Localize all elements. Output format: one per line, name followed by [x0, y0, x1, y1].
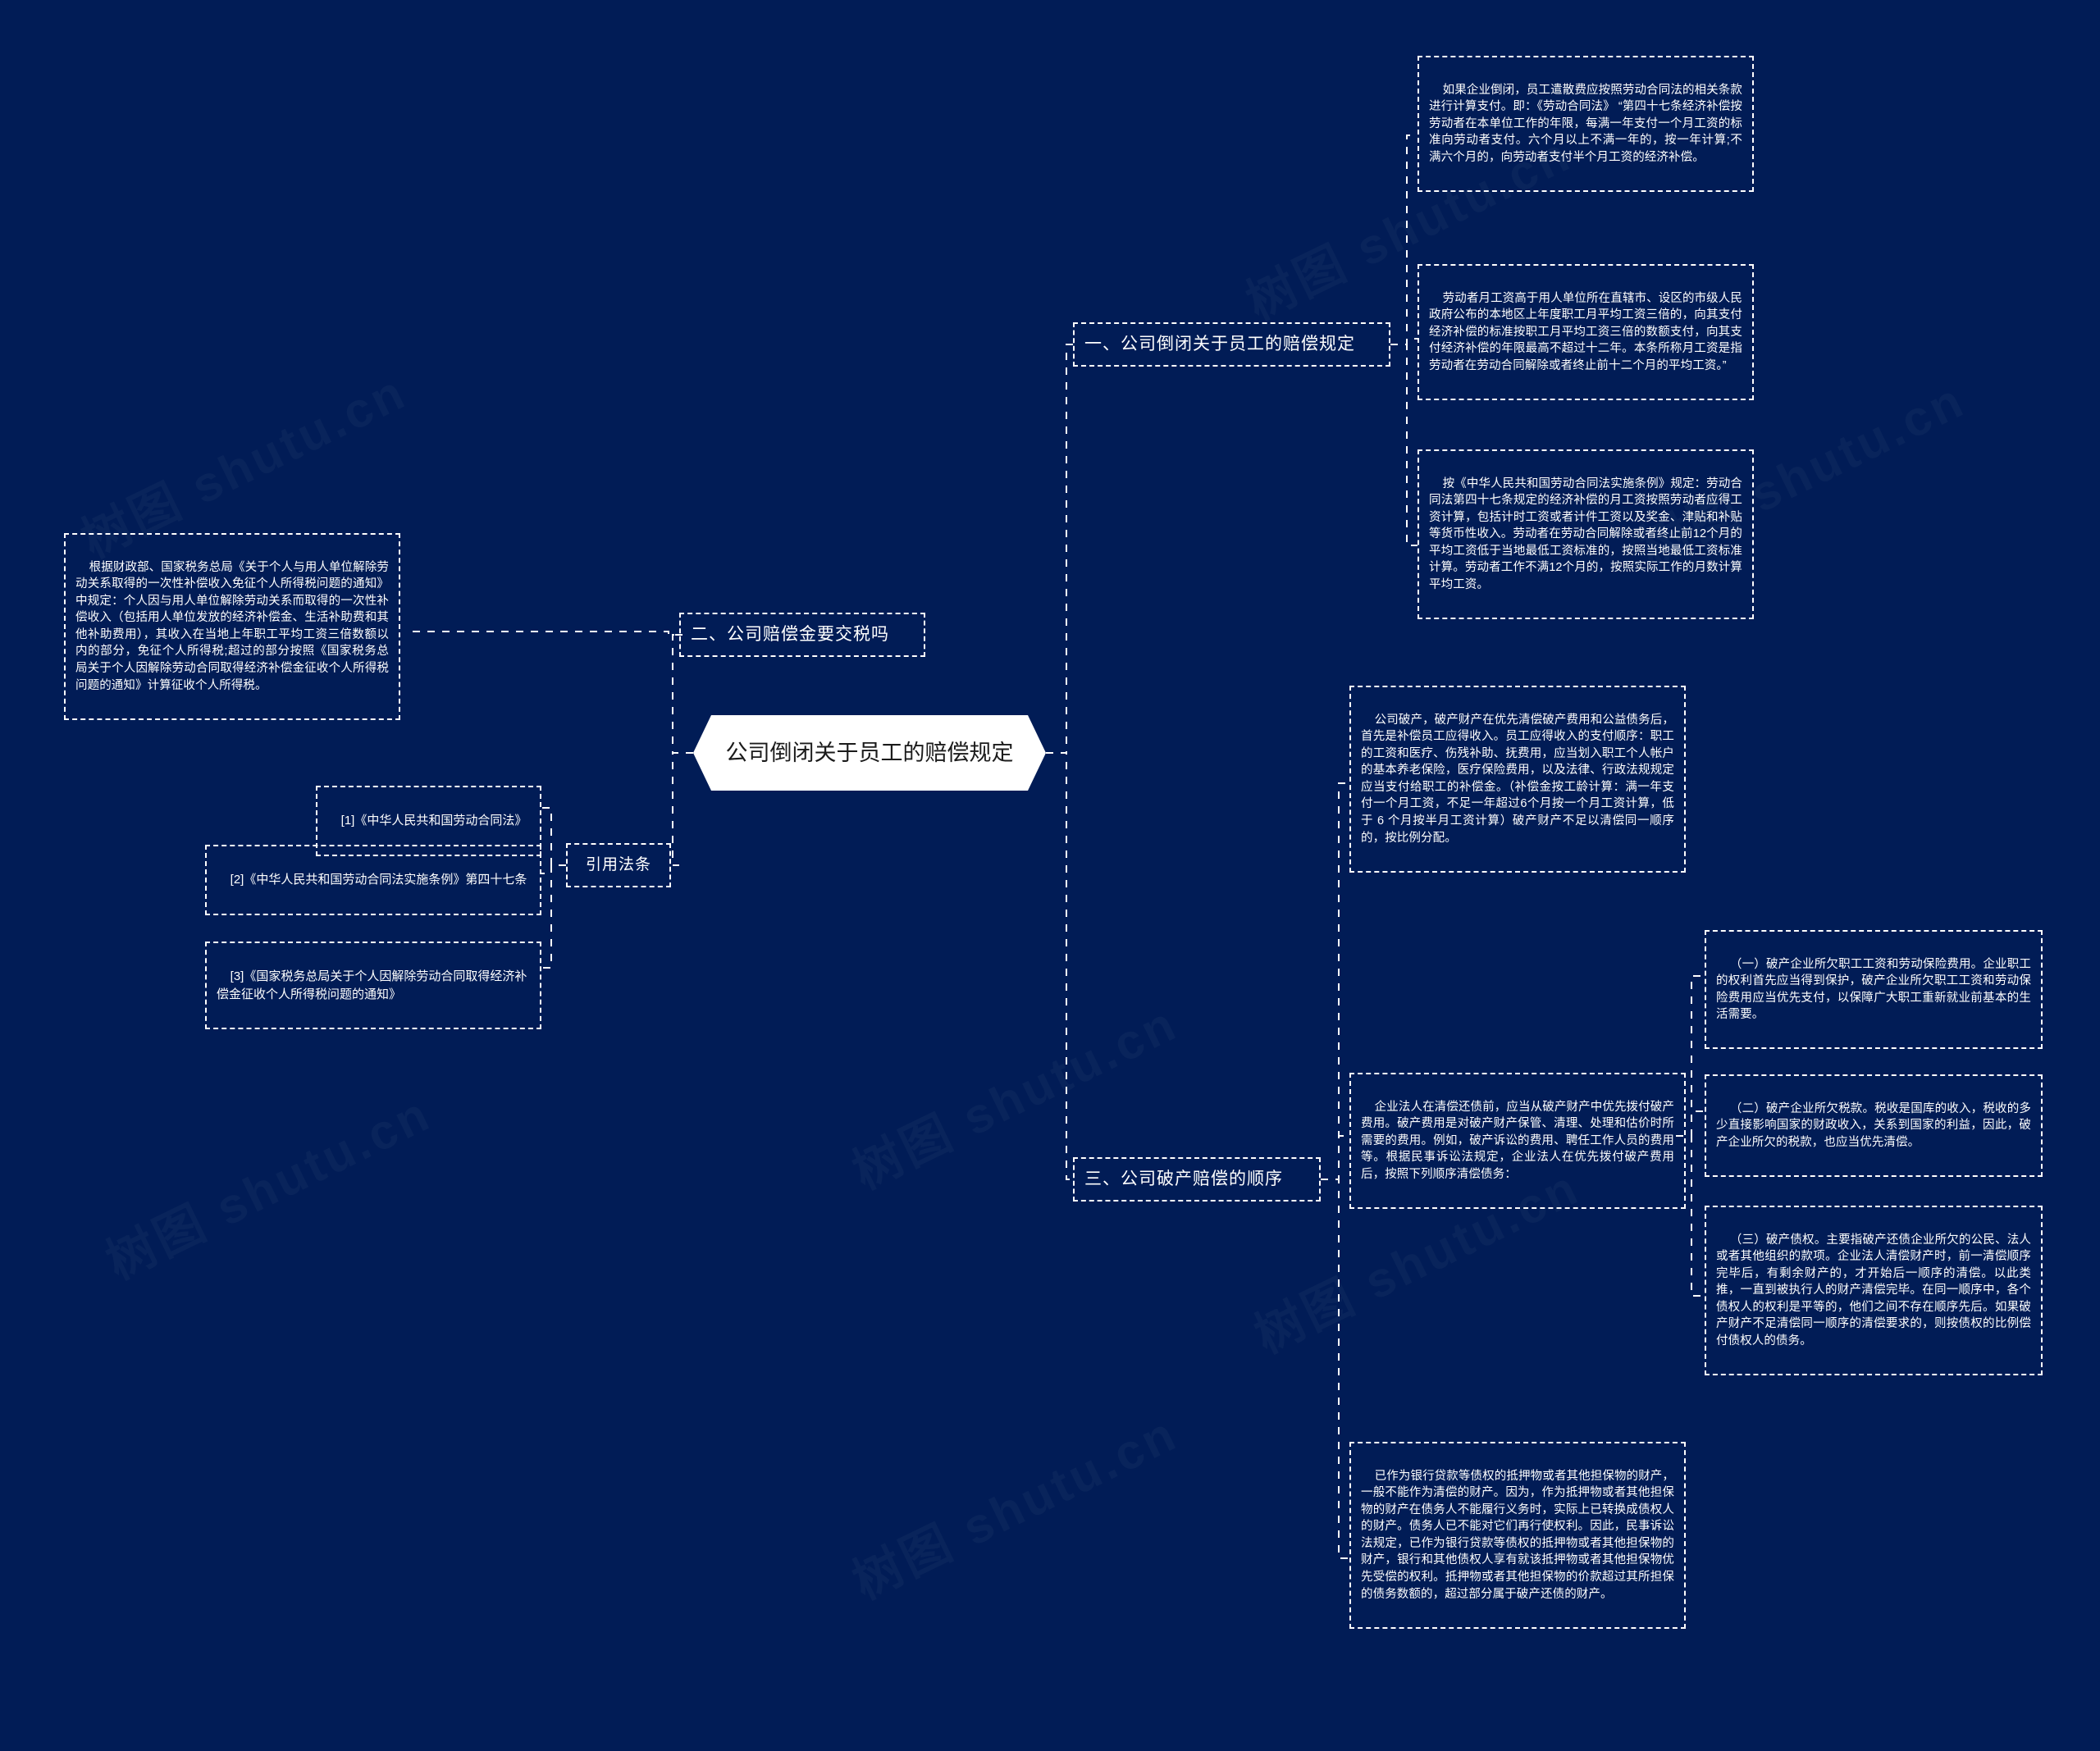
leaf-text: 公司破产，破产财产在优先清偿破产费用和公益债务后，首先是补偿员工应得收入。员工应… — [1361, 713, 1675, 845]
subleaf-node-wages-and-insurance[interactable]: （一）破产企业所欠职工工资和劳动保险费用。企业职工的权利首先应当得到保护，破产企… — [1705, 930, 2043, 1050]
leaf-text: 如果企业倒闭，员工遣散费应按照劳动合同法的相关条款进行计算支付。即：《劳动合同法… — [1429, 83, 1743, 164]
leaf-text: 根据财政部、国家税务总局《关于个人与用人单位解除劳动关系取得的一次性补偿收入免征… — [75, 560, 390, 692]
reference-text: [1]《中华人民共和国劳动合同法》 — [340, 814, 527, 828]
branch-node-3[interactable]: 三、公司破产赔偿的顺序 — [1073, 1157, 1321, 1202]
central-node[interactable]: 公司倒闭关于员工的赔偿规定 — [693, 715, 1046, 791]
reference-node-2[interactable]: [2]《中华人民共和国劳动合同法实施条例》第四十七条 — [205, 845, 541, 915]
subleaf-node-bankruptcy-claims[interactable]: （三）破产债权。主要指破产还债企业所欠的公民、法人或者其他组织的款项。企业法人清… — [1705, 1206, 2043, 1376]
branch-node-1[interactable]: 一、公司倒闭关于员工的赔偿规定 — [1073, 322, 1390, 367]
leaf-node-high-wage-cap[interactable]: 劳动者月工资高于用人单位所在直辖市、设区的市级人民政府公布的本地区上年度职工月平… — [1418, 264, 1754, 401]
leaf-node-bankruptcy-expense-priority[interactable]: 企业法人在清偿还债前，应当从破产财产中优先拨付破产费用。破产费用是对破产财产保管… — [1349, 1073, 1686, 1210]
subleaf-text: （三）破产债权。主要指破产还债企业所欠的公民、法人或者其他组织的款项。企业法人清… — [1716, 1233, 2032, 1348]
leaf-node-mortgaged-property[interactable]: 已作为银行贷款等债权的抵押物或者其他担保物的财产，一般不能作为清偿的财产。因为，… — [1349, 1442, 1686, 1629]
reference-text: [3]《国家税务总局关于个人因解除劳动合同取得经济补偿金征收个人所得税问题的通知… — [217, 969, 527, 1001]
leaf-text: 企业法人在清偿还债前，应当从破产财产中优先拨付破产费用。破产费用是对破产财产保管… — [1361, 1100, 1675, 1181]
subleaf-text: （二）破产企业所欠税款。税收是国库的收入，税收的多少直接影响国家的财政收入，关系… — [1716, 1101, 2032, 1149]
leaf-node-compensation-rule[interactable]: 如果企业倒闭，员工遣散费应按照劳动合同法的相关条款进行计算支付。即：《劳动合同法… — [1418, 56, 1754, 193]
subleaf-text: （一）破产企业所欠职工工资和劳动保险费用。企业职工的权利首先应当得到保护，破产企… — [1716, 957, 2032, 1022]
branch-node-2[interactable]: 二、公司赔偿金要交税吗 — [679, 613, 925, 657]
branch-node-1-label: 一、公司倒闭关于员工的赔偿规定 — [1084, 335, 1355, 354]
central-node-label: 公司倒闭关于员工的赔偿规定 — [725, 740, 1014, 765]
reference-node-3[interactable]: [3]《国家税务总局关于个人因解除劳动合同取得经济补偿金征收个人所得税问题的通知… — [205, 942, 541, 1030]
branch-node-3-label: 三、公司破产赔偿的顺序 — [1084, 1170, 1283, 1189]
leaf-node-monthly-wage-definition[interactable]: 按《中华人民共和国劳动合同法实施条例》规定：劳动合同法第四十七条规定的经济补偿的… — [1418, 449, 1754, 620]
leaf-text: 劳动者月工资高于用人单位所在直辖市、设区的市级人民政府公布的本地区上年度职工月平… — [1429, 291, 1743, 372]
leaf-node-tax-exemption[interactable]: 根据财政部、国家税务总局《关于个人与用人单位解除劳动关系取得的一次性补偿收入免征… — [64, 533, 400, 720]
leaf-node-bankruptcy-employee-priority[interactable]: 公司破产，破产财产在优先清偿破产费用和公益债务后，首先是补偿员工应得收入。员工应… — [1349, 686, 1686, 873]
watermark: 树图 shutu.cn — [839, 1394, 1188, 1613]
leaf-text: 已作为银行贷款等债权的抵押物或者其他担保物的财产，一般不能作为清偿的财产。因为，… — [1361, 1469, 1675, 1601]
mindmap-canvas: 树图 shutu.cn 树图 shutu.cn 树图 shutu.cn 树图 s… — [0, 0, 2100, 1751]
subleaf-node-owed-taxes[interactable]: （二）破产企业所欠税款。税收是国库的收入，税收的多少直接影响国家的财政收入，关系… — [1705, 1074, 2043, 1177]
branch-node-2-label: 二、公司赔偿金要交税吗 — [691, 625, 889, 645]
branch-node-references-label: 引用法条 — [585, 855, 651, 873]
branch-node-references[interactable]: 引用法条 — [566, 843, 671, 887]
leaf-text: 按《中华人民共和国劳动合同法实施条例》规定：劳动合同法第四十七条规定的经济补偿的… — [1429, 477, 1743, 592]
reference-text: [2]《中华人民共和国劳动合同法实施条例》第四十七条 — [230, 873, 527, 887]
watermark: 树图 shutu.cn — [93, 1074, 441, 1293]
